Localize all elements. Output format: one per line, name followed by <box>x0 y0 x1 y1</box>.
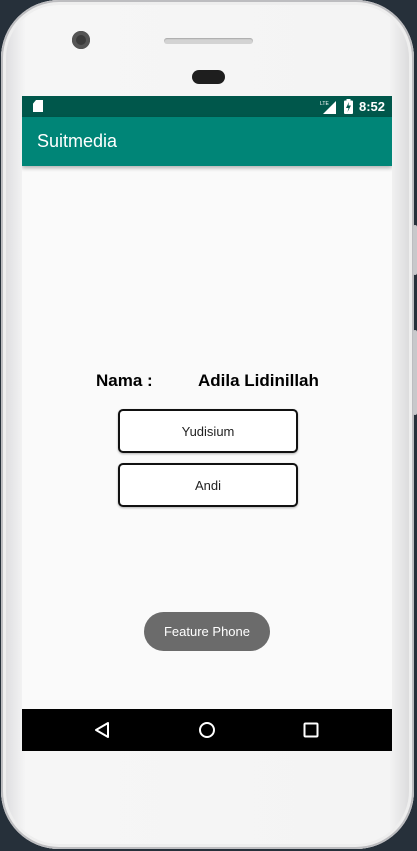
home-icon[interactable] <box>197 720 217 740</box>
lte-signal-icon: LTE <box>320 101 336 114</box>
app-title: Suitmedia <box>37 131 118 151</box>
recents-icon[interactable] <box>301 720 321 740</box>
battery-charging-icon <box>344 99 353 114</box>
sd-card-icon <box>33 100 43 112</box>
front-camera <box>72 31 90 49</box>
device-screen: LTE 8:52 Suitmedia Nama : Adila Lidinill… <box>22 96 392 751</box>
status-clock: 8:52 <box>359 99 386 114</box>
yudisium-button[interactable]: Yudisium <box>118 409 298 453</box>
volume-button <box>413 330 417 415</box>
proximity-sensor <box>192 70 225 84</box>
phone-frame: LTE 8:52 Suitmedia Nama : Adila Lidinill… <box>1 0 417 849</box>
name-value: Adila Lidinillah <box>198 371 319 390</box>
name-label: Nama : <box>96 371 153 390</box>
status-bar: LTE 8:52 <box>22 96 392 117</box>
back-icon[interactable] <box>93 720 113 740</box>
earpiece-speaker <box>164 38 253 44</box>
navigation-bar <box>22 709 392 751</box>
power-button <box>413 225 417 275</box>
app-bar: Suitmedia <box>22 117 392 166</box>
toast-message: Feature Phone <box>144 612 270 651</box>
andi-button[interactable]: Andi <box>118 463 298 507</box>
svg-text:LTE: LTE <box>320 101 329 107</box>
